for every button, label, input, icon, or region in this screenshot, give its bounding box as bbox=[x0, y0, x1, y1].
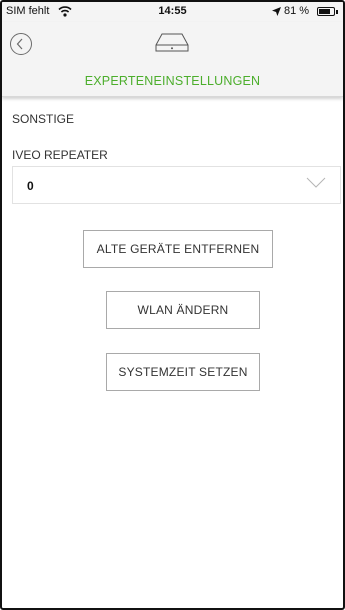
status-bar: SIM fehlt 14:55 81 % bbox=[2, 2, 343, 22]
change-wlan-button[interactable]: WLAN ÄNDERN bbox=[106, 291, 260, 329]
back-button[interactable] bbox=[10, 33, 32, 55]
battery-icon bbox=[317, 7, 335, 16]
page-title: EXPERTENEINSTELLUNGEN bbox=[84, 74, 261, 88]
location-arrow-icon bbox=[272, 7, 281, 16]
repeater-select[interactable]: 0 bbox=[12, 166, 341, 204]
chevron-down-icon bbox=[306, 177, 326, 188]
app-frame: SIM fehlt 14:55 81 % EXPERTENEINSTELLUNG… bbox=[0, 0, 345, 610]
section-title: SONSTIGE bbox=[12, 112, 75, 126]
battery-fill bbox=[319, 9, 331, 14]
repeater-label: IVEO REPEATER bbox=[12, 148, 108, 162]
battery-percent: 81 % bbox=[284, 5, 310, 17]
device-hub-icon bbox=[155, 33, 189, 52]
set-system-time-button[interactable]: SYSTEMZEIT SETZEN bbox=[106, 353, 260, 391]
chevron-left-circle-icon bbox=[16, 38, 23, 50]
app-header: EXPERTENEINSTELLUNGEN bbox=[2, 22, 343, 97]
remove-old-devices-button[interactable]: ALTE GERÄTE ENTFERNEN bbox=[83, 230, 273, 268]
battery-tip bbox=[336, 10, 338, 14]
repeater-select-value: 0 bbox=[27, 179, 34, 193]
